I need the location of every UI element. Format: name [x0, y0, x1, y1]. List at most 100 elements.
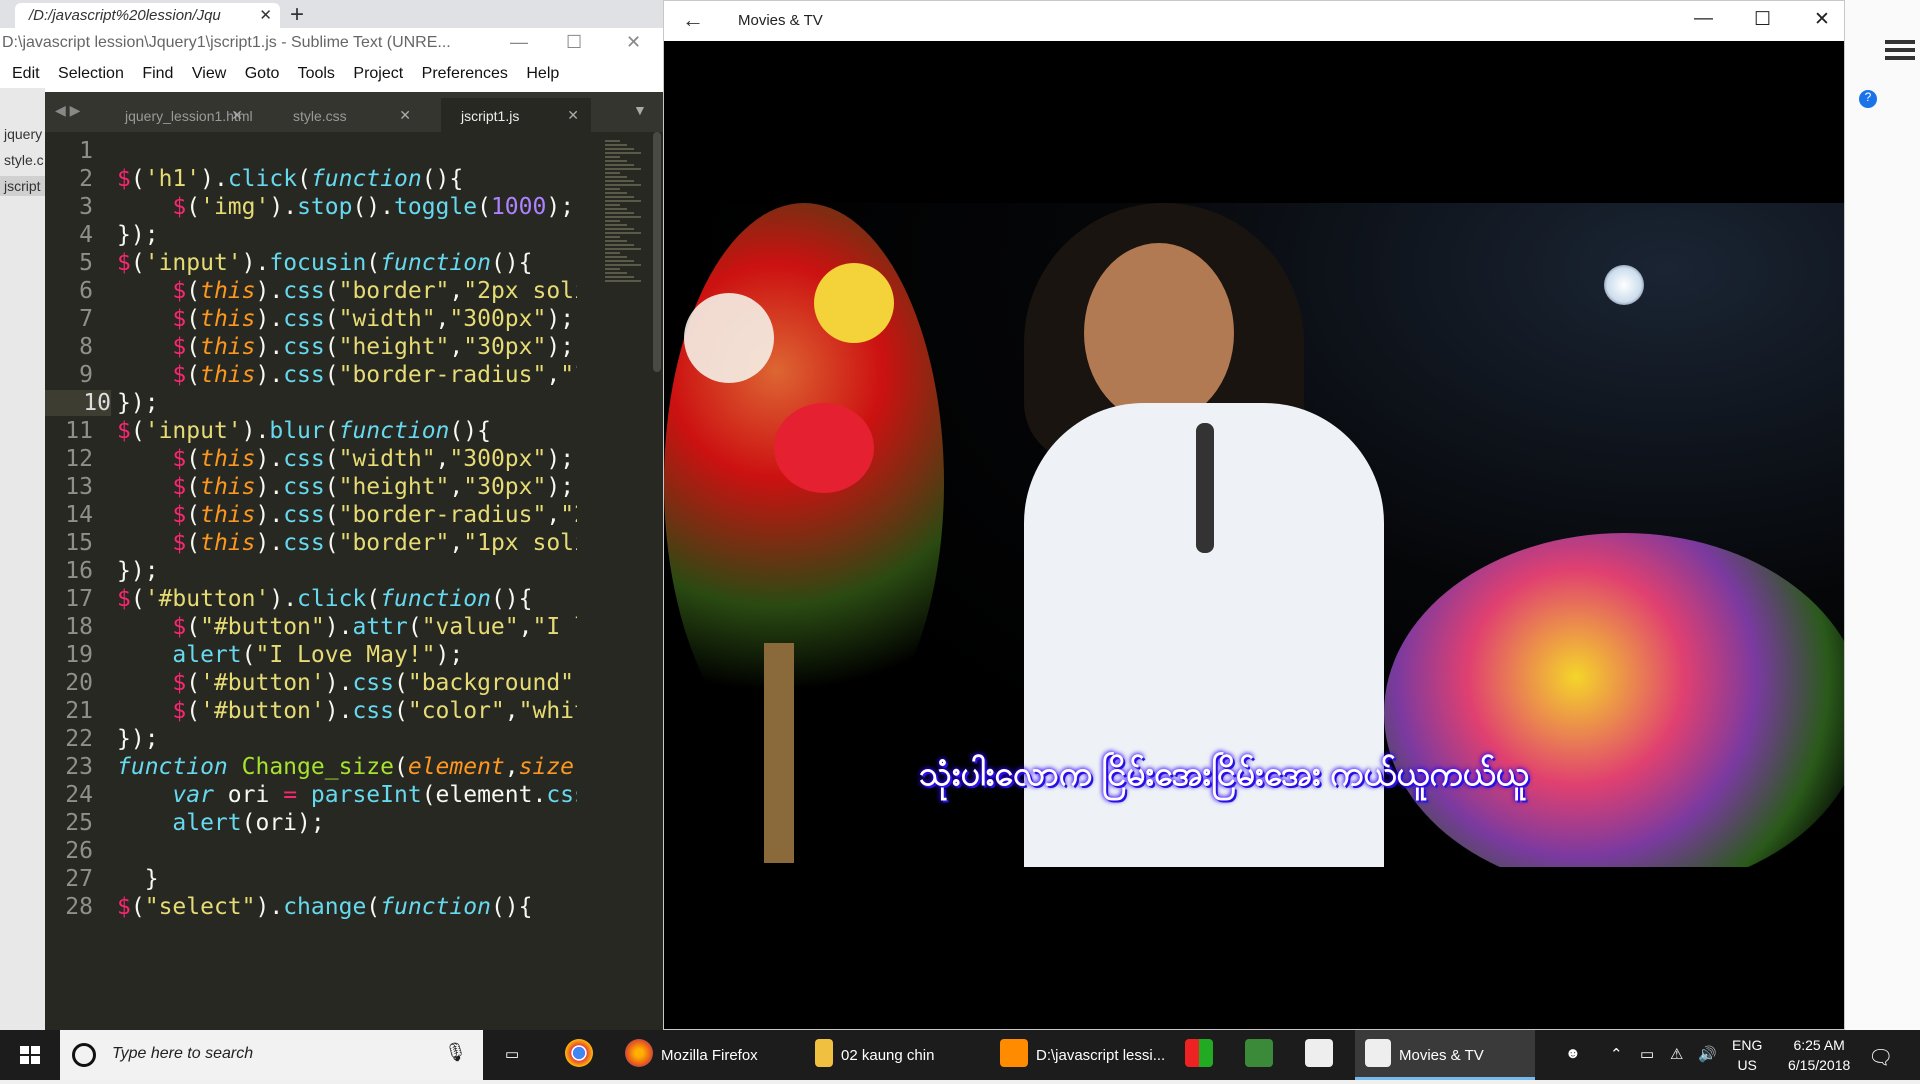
red-rose	[774, 403, 874, 493]
new-tab-button[interactable]: +	[290, 1, 304, 29]
vertical-scrollbar[interactable]	[653, 132, 661, 372]
line-number: 8	[79, 334, 93, 360]
sidebar-file[interactable]: style.c	[0, 150, 45, 170]
line-number: 3	[79, 194, 93, 220]
volume-icon[interactable]: 🔊	[1698, 1045, 1717, 1063]
line-number: 27	[65, 866, 93, 892]
microphone	[1196, 423, 1214, 553]
tab-label: style.css	[293, 108, 347, 124]
code-line: $('#button').click(function(){	[117, 586, 533, 612]
sidebar-file[interactable]: jscript	[0, 176, 45, 196]
sidebar-file[interactable]: jquery	[0, 124, 45, 144]
browser-tab[interactable]: /D:/javascript%20lession/Jqu ✕	[15, 3, 280, 28]
menu-tools[interactable]: Tools	[298, 65, 335, 82]
language: ENG	[1732, 1037, 1763, 1053]
task-view-icon[interactable]: ▭	[505, 1030, 519, 1080]
firefox-icon	[625, 1039, 653, 1067]
line-gutter: 1 2 3 4 5 6 7 8 9 10 11 12 13 14 15 16 1…	[45, 132, 111, 1038]
taskbar-item-movies[interactable]: Movies & TV	[1355, 1030, 1535, 1080]
tab-nav-arrows-icon[interactable]: ◀ ▶	[55, 102, 80, 119]
line-number: 16	[65, 558, 93, 584]
minimize-icon[interactable]: —	[510, 32, 528, 53]
chrome-icon[interactable]	[565, 1030, 601, 1080]
close-icon[interactable]: ✕	[1814, 8, 1830, 31]
menu-edit[interactable]: Edit	[12, 65, 40, 82]
code-line: var ori = parseInt(element.css	[172, 782, 577, 808]
app-icon-grid[interactable]	[1185, 1030, 1221, 1080]
search-box[interactable]: Type here to search 🎙	[60, 1030, 483, 1080]
code-line: $('#button').css("color","whit	[172, 698, 577, 724]
people-icon[interactable]: ☻	[1565, 1045, 1581, 1062]
line-number: 24	[65, 782, 93, 808]
menu-find[interactable]: Find	[142, 65, 173, 82]
menu-bar: Edit Selection Find View Goto Tools Proj…	[0, 60, 663, 88]
line-number: 9	[79, 362, 93, 388]
menu-selection[interactable]: Selection	[58, 65, 124, 82]
code-line: }	[117, 866, 159, 892]
sublime-window: D:\javascript lession\Jquery1\jscript1.j…	[0, 28, 663, 1050]
menu-preferences[interactable]: Preferences	[422, 65, 508, 82]
taskbar-item-folder[interactable]: 02 kaung chin	[815, 1030, 934, 1080]
code-line: $(this).css("border-radius","2	[172, 502, 577, 528]
network-icon[interactable]: ⚠	[1670, 1045, 1683, 1063]
menu-project[interactable]: Project	[353, 65, 403, 82]
line-number: 13	[65, 474, 93, 500]
search-placeholder: Type here to search	[112, 1045, 254, 1062]
windows-logo-icon	[20, 1046, 40, 1064]
help-icon[interactable]: ?	[1859, 90, 1877, 108]
line-number: 15	[65, 530, 93, 556]
video-frame[interactable]: သုံးပါးလောက ငြိမ်းအေးငြိမ်းအေး ကယ်ယူကယ်ယ…	[664, 203, 1844, 867]
code-line: $(this).css("height","30px");	[172, 334, 575, 360]
menu-goto[interactable]: Goto	[245, 65, 280, 82]
hamburger-menu-icon[interactable]	[1885, 40, 1915, 44]
cortana-icon	[72, 1043, 96, 1067]
white-lily	[684, 293, 774, 383]
menu-view[interactable]: View	[192, 65, 226, 82]
yellow-flower	[814, 263, 894, 343]
code-line: });	[117, 558, 159, 584]
code-editor[interactable]: 1 2 3 4 5 6 7 8 9 10 11 12 13 14 15 16 1…	[45, 132, 663, 1038]
video-subtitle: သုံးပါးလောက ငြိမ်းအေးငြိမ်းအေး ကယ်ယူကယ်ယ…	[919, 755, 1529, 793]
microphone-icon[interactable]: 🎙	[444, 1042, 467, 1063]
tab-style-css[interactable]: style.css ✕	[273, 98, 423, 132]
movies-icon	[1365, 1039, 1391, 1067]
date: 6/15/2018	[1788, 1057, 1851, 1073]
line-number: 7	[79, 306, 93, 332]
tab-jscript1-js[interactable]: jscript1.js ✕	[441, 98, 591, 132]
code-line: $('input').focusin(function(){	[117, 250, 533, 276]
code-line: $('img').stop().toggle(1000);	[172, 194, 575, 220]
region: US	[1737, 1057, 1757, 1073]
close-icon[interactable]: ✕	[259, 6, 272, 24]
tab-dropdown-icon[interactable]: ▼	[633, 102, 647, 118]
code-line: $(this).css("width","300px");	[172, 446, 575, 472]
tab-jquery-lession1[interactable]: jquery_lession1.html ✕	[105, 98, 255, 132]
close-icon[interactable]: ✕	[626, 32, 641, 53]
taskbar-item-firefox[interactable]: Mozilla Firefox	[625, 1030, 758, 1080]
maximize-icon[interactable]: ☐	[1754, 8, 1771, 31]
battery-icon[interactable]: ▭	[1640, 1045, 1654, 1063]
taskbar-label: 02 kaung chin	[841, 1046, 935, 1064]
code-line: });	[117, 390, 159, 416]
line-number: 26	[65, 838, 93, 864]
minimize-icon[interactable]: —	[1694, 8, 1713, 30]
maximize-icon[interactable]: ☐	[566, 32, 582, 53]
mail-icon[interactable]	[1305, 1030, 1341, 1080]
line-number: 4	[79, 222, 93, 248]
chevron-up-icon[interactable]: ⌃	[1610, 1045, 1623, 1063]
code-line: $("select").change(function(){	[117, 894, 533, 920]
line-number: 23	[65, 754, 93, 780]
line-number: 6	[79, 278, 93, 304]
close-icon[interactable]: ✕	[399, 107, 411, 124]
app-icon-chart[interactable]	[1245, 1030, 1281, 1080]
close-icon[interactable]: ✕	[231, 107, 243, 124]
back-arrow-icon[interactable]: ←	[682, 7, 704, 33]
close-icon[interactable]: ✕	[567, 107, 579, 124]
clock[interactable]: 6:25 AM 6/15/2018	[1788, 1035, 1850, 1075]
taskbar: Type here to search 🎙 ▭ Mozilla Firefox …	[0, 1030, 1920, 1080]
menu-help[interactable]: Help	[526, 65, 559, 82]
notification-icon[interactable]: 🗨	[1868, 1045, 1893, 1070]
language-indicator[interactable]: ENG US	[1732, 1035, 1762, 1075]
taskbar-item-sublime[interactable]: D:\javascript lessi...	[1000, 1030, 1165, 1080]
minimap[interactable]	[605, 138, 650, 288]
start-button[interactable]	[0, 1030, 60, 1080]
